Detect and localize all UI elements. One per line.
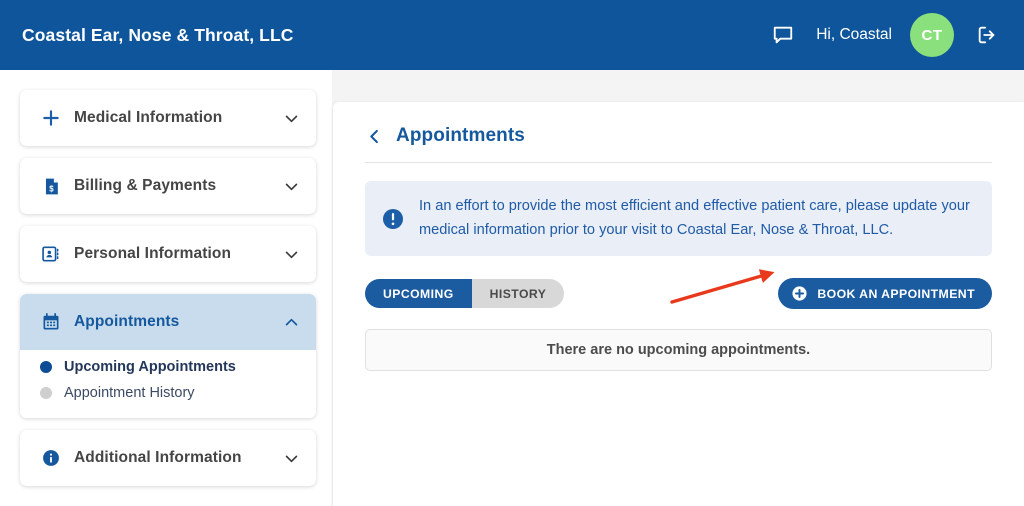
header-divider (365, 162, 992, 163)
chevron-down-icon[interactable] (283, 178, 300, 195)
appointments-controls: UPCOMING HISTORY BOOK AN APPOINTMENT (365, 278, 992, 310)
avatar-initials: CT (921, 26, 943, 44)
sidebar-item-label: Appointments (74, 313, 180, 330)
contact-card-icon (38, 241, 64, 267)
sidebar: Medical Information $ Billing & Payments… (0, 70, 332, 506)
appointment-filter-tabs: UPCOMING HISTORY (365, 279, 565, 309)
logout-icon[interactable] (972, 20, 1002, 50)
sidebar-item-billing-payments-header[interactable]: $ Billing & Payments (20, 158, 316, 214)
page-header: Appointments (365, 102, 992, 162)
sidebar-item-label: Medical Information (74, 109, 223, 126)
book-appointment-label: BOOK AN APPOINTMENT (817, 286, 975, 301)
sidebar-item-billing-payments[interactable]: $ Billing & Payments (20, 158, 316, 214)
plus-icon (38, 105, 64, 131)
sidebar-item-appointments-header[interactable]: Appointments (20, 294, 316, 350)
exclamation-circle-icon (381, 207, 405, 231)
appointments-subnav: Upcoming Appointments Appointment Histor… (20, 350, 316, 418)
sidebar-subitem-upcoming-appointments[interactable]: Upcoming Appointments (20, 354, 316, 380)
avatar[interactable]: CT (910, 13, 954, 57)
sidebar-item-additional-information[interactable]: Additional Information (20, 430, 316, 486)
info-banner: In an effort to provide the most efficie… (365, 181, 992, 257)
header-actions: Hi, Coastal CT (768, 13, 1002, 57)
chevron-down-icon[interactable] (283, 450, 300, 467)
sidebar-item-medical-information-header[interactable]: Medical Information (20, 90, 316, 146)
sidebar-subitem-appointment-history[interactable]: Appointment History (20, 380, 316, 406)
sidebar-item-medical-information[interactable]: Medical Information (20, 90, 316, 146)
user-greeting: Hi, Coastal (816, 26, 892, 43)
info-circle-icon (38, 445, 64, 471)
book-appointment-button[interactable]: BOOK AN APPOINTMENT (778, 278, 992, 310)
invoice-dollar-icon: $ (38, 173, 64, 199)
main-content: Appointments In an effort to provide the… (333, 102, 1024, 506)
sidebar-item-label: Additional Information (74, 449, 242, 466)
tab-upcoming[interactable]: UPCOMING (365, 279, 472, 309)
svg-text:$: $ (49, 184, 54, 193)
sidebar-item-label: Billing & Payments (74, 177, 217, 194)
info-banner-text: In an effort to provide the most efficie… (419, 198, 970, 238)
bullet-icon (40, 361, 52, 373)
messages-icon[interactable] (768, 20, 798, 50)
sidebar-item-personal-information-header[interactable]: Personal Information (20, 226, 316, 282)
chevron-down-icon[interactable] (283, 110, 300, 127)
practice-name: Coastal Ear, Nose & Throat, LLC (22, 24, 294, 45)
chevron-down-icon[interactable] (283, 246, 300, 263)
calendar-icon (38, 309, 64, 335)
sidebar-subitem-label: Upcoming Appointments (64, 359, 236, 375)
sidebar-subitem-label: Appointment History (64, 385, 195, 401)
tab-history[interactable]: HISTORY (471, 279, 565, 309)
sidebar-item-additional-information-header[interactable]: Additional Information (20, 430, 316, 486)
app-root: Coastal Ear, Nose & Throat, LLC Hi, Coas… (0, 0, 1024, 506)
page-title: Appointments (396, 125, 525, 146)
chevron-left-icon[interactable] (365, 127, 384, 146)
sidebar-item-label: Personal Information (74, 245, 232, 262)
chevron-up-icon[interactable] (283, 314, 300, 331)
bullet-icon (40, 387, 52, 399)
app-header: Coastal Ear, Nose & Throat, LLC Hi, Coas… (0, 0, 1024, 70)
plus-circle-icon (791, 285, 808, 302)
empty-state-message: There are no upcoming appointments. (365, 329, 992, 372)
sidebar-item-appointments[interactable]: Appointments Upcoming Appointments Appoi… (20, 294, 316, 418)
sidebar-item-personal-information[interactable]: Personal Information (20, 226, 316, 282)
